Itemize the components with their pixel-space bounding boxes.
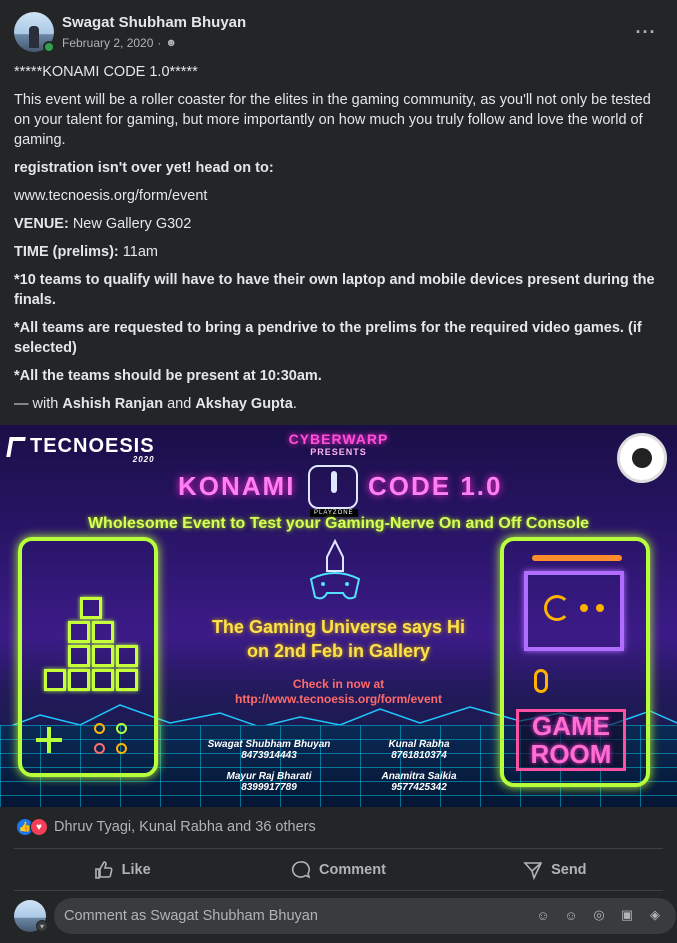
time-line: TIME (prelims): 11am: [14, 244, 158, 260]
contact-item: Swagat Shubham Bhuyan 8473914443: [207, 739, 331, 761]
like-button[interactable]: Like: [14, 852, 230, 888]
chevron-down-icon[interactable]: ▾: [36, 920, 48, 932]
note-laptops: *10 teams to qualify will have to have t…: [14, 272, 655, 308]
post-meta: February 2, 2020 · ☻: [62, 36, 177, 50]
emoji-icon[interactable]: ☺: [562, 906, 580, 924]
venue-line: VENUE: New Gallery G302: [14, 216, 192, 232]
post-header: Swagat Shubham Bhuyan February 2, 2020 ·…: [14, 12, 664, 54]
author-name[interactable]: Swagat Shubham Bhuyan: [62, 14, 246, 31]
note-time: *All the teams should be present at 10:3…: [14, 368, 322, 384]
comment-input[interactable]: [64, 898, 504, 934]
tagged-line: — with Ashish Ranjan and Akshay Gupta.: [14, 396, 297, 412]
send-button[interactable]: Send: [447, 852, 663, 888]
registration-line: registration isn't over yet! head on to:: [14, 160, 274, 176]
note-pendrive: *All teams are requested to bring a pend…: [14, 320, 642, 356]
tag-akshay[interactable]: Akshay Gupta: [195, 396, 293, 412]
facebook-post: Swagat Shubham Bhuyan February 2, 2020 ·…: [0, 0, 677, 943]
poster-title-right: CODE 1.0: [368, 471, 503, 501]
love-reaction-icon: ♥: [30, 818, 48, 836]
event-poster-image[interactable]: TECNOESIS 2020 CYBERWARP PRESENTS KONAMI …: [0, 425, 677, 807]
gif-icon[interactable]: ▣: [618, 906, 636, 924]
post-body: *****KONAMI CODE 1.0***** This event wil…: [14, 62, 664, 422]
more-options-icon[interactable]: ···: [632, 18, 660, 46]
online-status-indicator: [43, 41, 55, 53]
reaction-text[interactable]: Dhruv Tyagi, Kunal Rabha and 36 others: [54, 819, 316, 835]
comment-composer: ▾ ☺ ☺ ◎ ▣ ◈: [14, 898, 676, 936]
send-arrow-icon: [523, 862, 543, 880]
post-intro: This event will be a roller coaster for …: [14, 92, 651, 148]
comment-tools: ☺ ☺ ◎ ▣ ◈: [534, 906, 664, 924]
divider: [14, 890, 663, 891]
poster-presents: PRESENTS: [310, 447, 367, 457]
divider: [14, 848, 663, 849]
tetris-handheld-graphic: [18, 537, 158, 777]
speech-bubble-icon: [292, 861, 311, 879]
camera-icon[interactable]: ◎: [590, 906, 608, 924]
registration-link[interactable]: www.tecnoesis.org/form/event: [14, 186, 664, 206]
tag-ashish[interactable]: Ashish Ranjan: [62, 396, 163, 412]
contact-item: Kunal Rabha 8761810374: [388, 739, 450, 761]
avatar-sticker-icon[interactable]: ☺: [534, 906, 552, 924]
joystick-icon: [308, 465, 358, 509]
poster-title-left: KONAMI: [178, 471, 296, 501]
contact-item: Anamitra Saikia 9577425342: [381, 771, 457, 793]
post-date[interactable]: February 2, 2020: [62, 36, 153, 50]
thumbs-up-icon: [94, 861, 113, 879]
comment-box[interactable]: ☺ ☺ ◎ ▣ ◈: [54, 898, 676, 934]
contact-item: Mayur Raj Bharati 8399917789: [226, 771, 312, 793]
post-actions: Like Comment Send: [14, 852, 663, 888]
poster-org: CYBERWARP: [288, 431, 389, 447]
sticker-icon[interactable]: ◈: [646, 906, 664, 924]
poster-tagline: Wholesome Event to Test your Gaming-Nerv…: [87, 515, 590, 532]
game-room-sign: GAME ROOM: [516, 709, 626, 771]
post-title: *****KONAMI CODE 1.0*****: [14, 64, 198, 80]
reaction-summary[interactable]: 👍 ♥ Dhruv Tyagi, Kunal Rabha and 36 othe…: [16, 818, 316, 836]
rocket-gamepad-icon: [309, 538, 361, 600]
comment-button[interactable]: Comment: [230, 852, 446, 888]
friends-icon[interactable]: ☻: [165, 37, 177, 49]
